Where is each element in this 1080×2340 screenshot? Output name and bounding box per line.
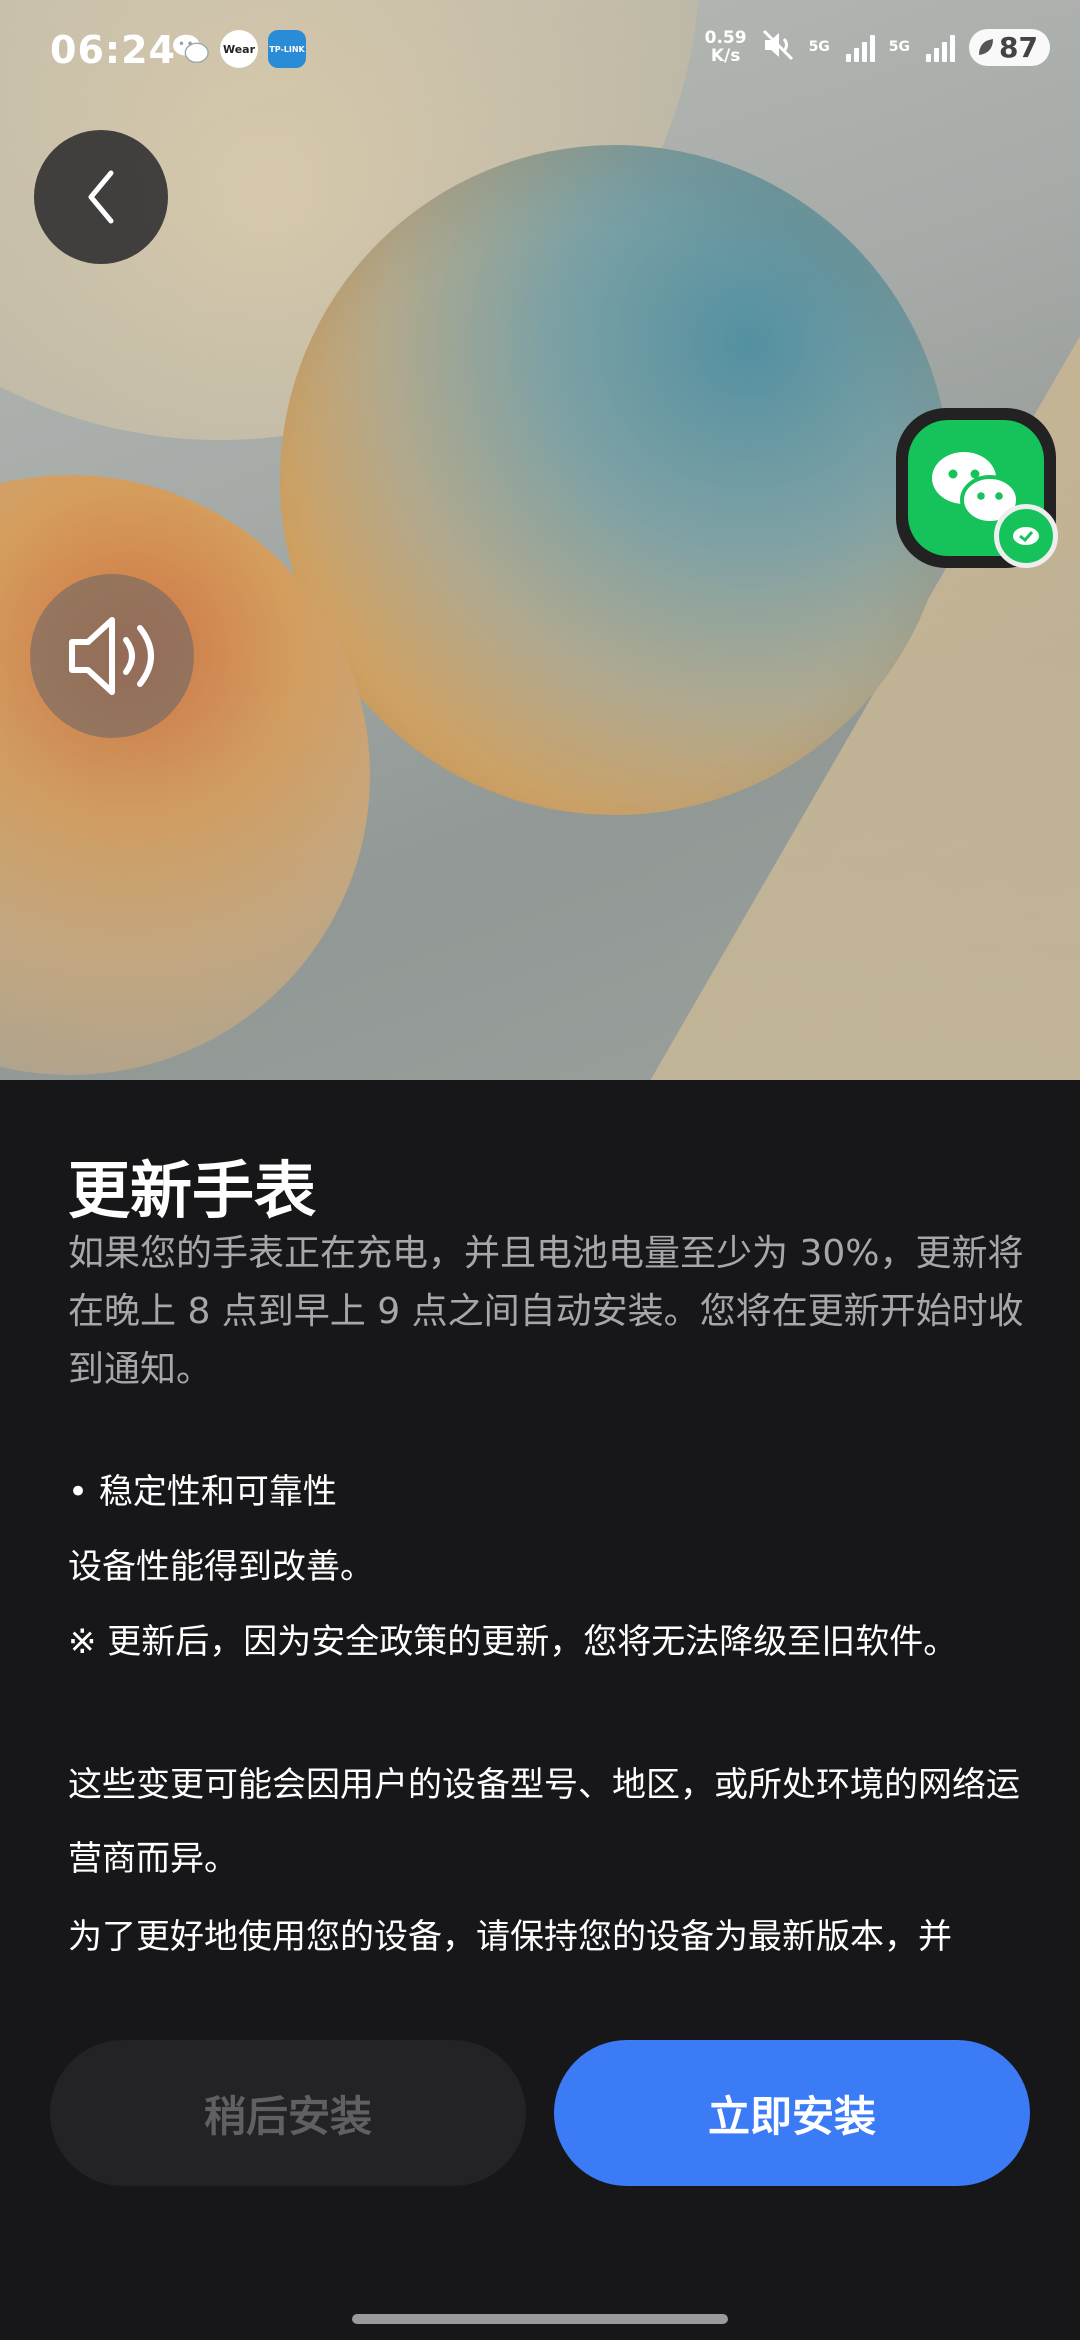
- net-speed-value: 0.59: [704, 28, 747, 48]
- back-button[interactable]: [34, 130, 168, 264]
- advice-text: 为了更好地使用您的设备，请保持您的设备为最新版本，并: [68, 1917, 952, 1957]
- battery-leaf-icon: [979, 39, 994, 55]
- install-later-button[interactable]: 稍后安装: [50, 2040, 526, 2186]
- signal-1-icon: [845, 32, 875, 62]
- check-badge-icon: [994, 504, 1058, 568]
- home-indicator[interactable]: [352, 2314, 728, 2324]
- chevron-left-icon: [88, 170, 114, 224]
- disclaimer-text: 这些变更可能会因用户的设备型号、地区，或所处环境的网络运营商而异。: [68, 1765, 1020, 1879]
- net-speed-unit: K/s: [710, 46, 741, 66]
- mute-icon: [761, 28, 795, 66]
- status-app-icons: Wear TP-LINK: [172, 30, 306, 68]
- security-note: ※ 更新后，因为安全政策的更新，您将无法降级至旧软件。: [68, 1622, 958, 1662]
- speaker-icon: [69, 617, 154, 695]
- tplink-icon: TP-LINK: [268, 30, 306, 68]
- status-bar: 06:24 Wear TP-LINK 0.59 K/s 5G 5G 87: [0, 0, 1080, 100]
- signal-2-icon: [926, 32, 956, 62]
- net-speed: 0.59 K/s: [705, 29, 747, 65]
- wechat-icon: [172, 30, 210, 68]
- wechat-icon: [908, 420, 1058, 568]
- volume-button[interactable]: [30, 574, 194, 738]
- battery-level: 87: [999, 30, 1038, 64]
- update-intro-text: 如果您的手表正在充电，并且电池电量至少为 30%，更新将在晚上 8 点到早上 9…: [68, 1233, 1024, 1390]
- wear-icon: Wear: [220, 30, 258, 68]
- network-type-2: 5G: [888, 39, 911, 55]
- bullet-description: 设备性能得到改善。: [68, 1547, 374, 1587]
- install-now-button[interactable]: 立即安装: [554, 2040, 1030, 2186]
- wechat-floating-bubble[interactable]: [896, 408, 1058, 568]
- status-indicators: 0.59 K/s 5G 5G 87: [705, 28, 1050, 66]
- network-type-1: 5G: [808, 39, 830, 55]
- page-title: 更新手表: [68, 1154, 317, 1227]
- status-time: 06:24: [50, 28, 176, 72]
- bullet-title: • 稳定性和可靠性: [68, 1472, 337, 1512]
- battery-indicator: 87: [969, 28, 1050, 66]
